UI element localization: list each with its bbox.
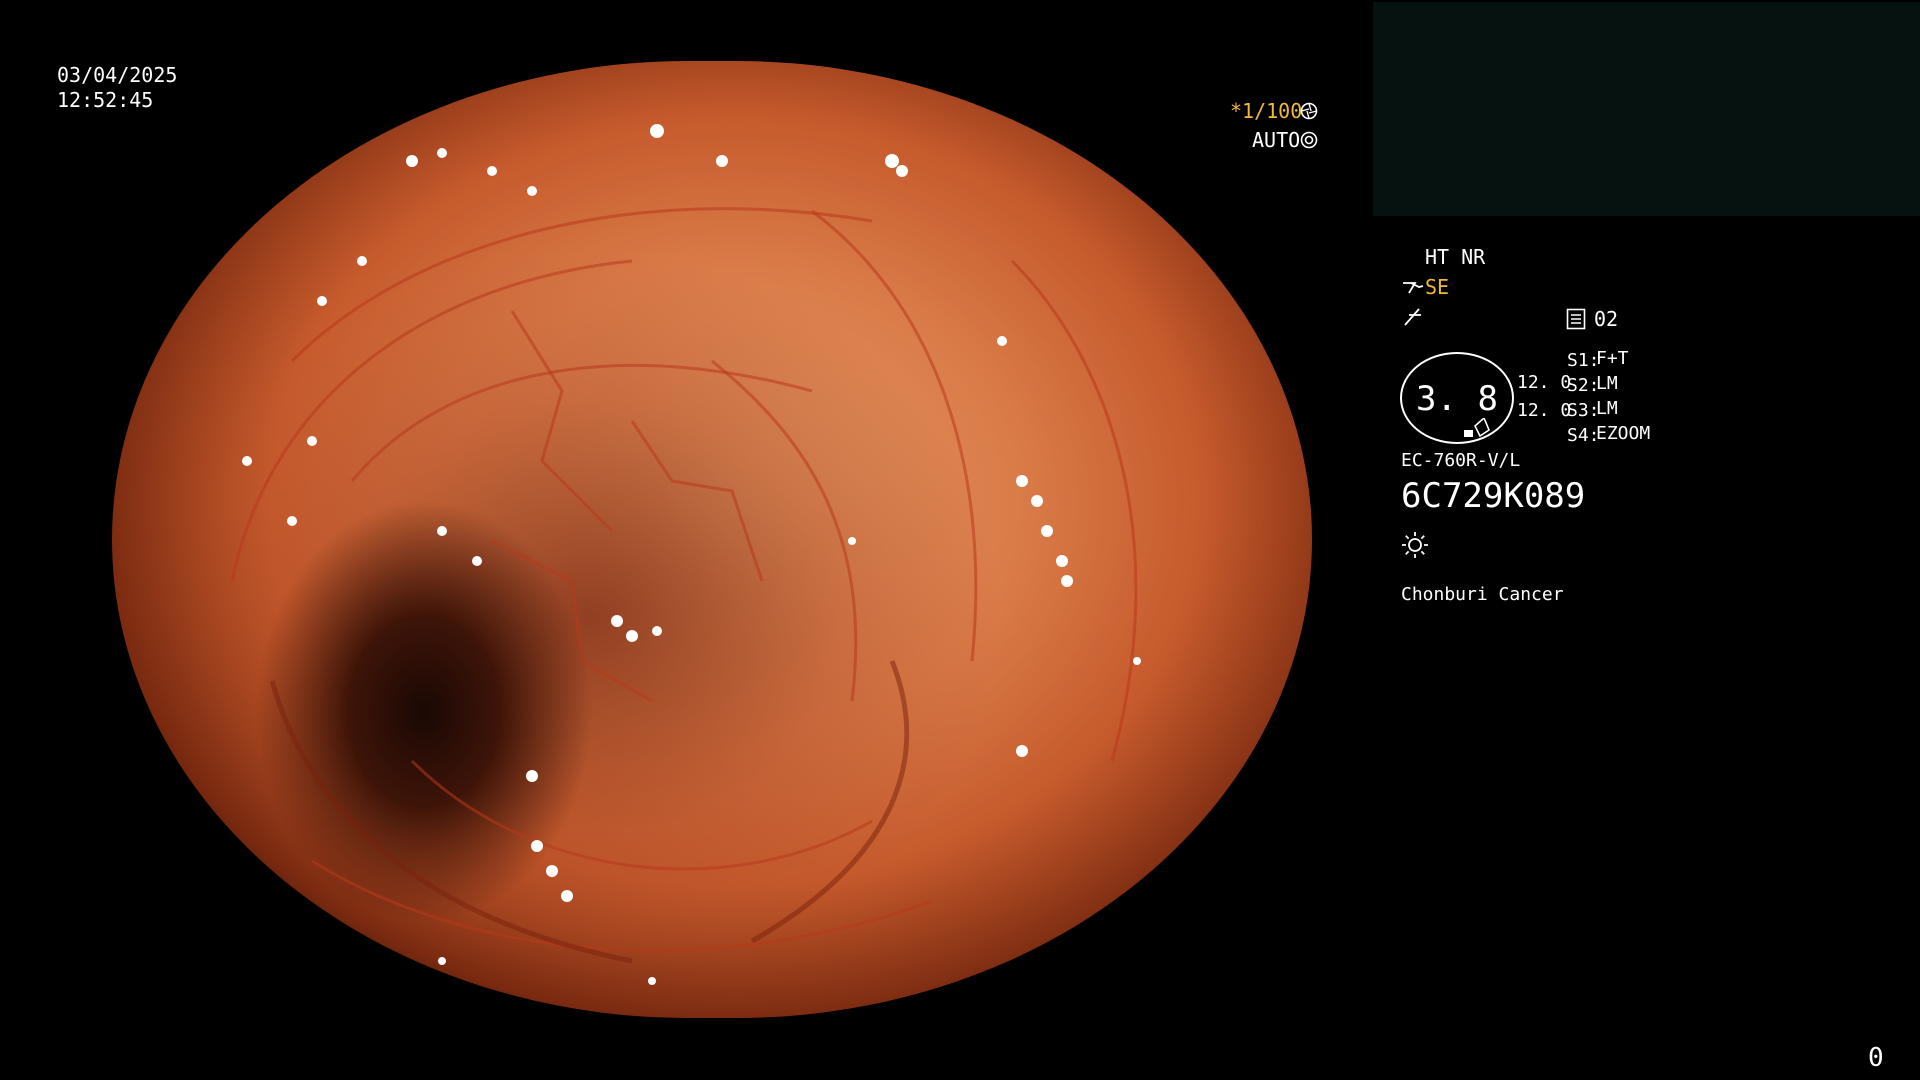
iris-mode-label: AUTO [1252, 128, 1301, 152]
switch-2-key: S2: [1567, 375, 1600, 396]
switch-1-value: F+T [1596, 348, 1629, 369]
ht-nr-label: HT NR [1425, 245, 1486, 269]
memory-index: 02 [1594, 307, 1619, 331]
switch-4-value: EZOOM [1596, 423, 1651, 444]
thumbnail-area [1373, 2, 1920, 216]
endoscope-view [112, 61, 1312, 1018]
time-label: 12:52:45 [57, 88, 154, 112]
switch-2-value: LM [1596, 373, 1618, 394]
bend-icon [1404, 308, 1421, 326]
scope-serial: 6C729K089 [1401, 476, 1586, 516]
facility-label: Chonburi Cancer [1401, 584, 1564, 605]
scope-model: EC-760R-V/L [1401, 450, 1521, 471]
se-label: SE [1425, 275, 1450, 299]
light-icon [1402, 532, 1428, 558]
shutter-icon [1300, 102, 1318, 120]
zoom-level-badge: 3. 8 [1400, 352, 1514, 444]
shutter-speed-label: *1/100 [1230, 99, 1303, 123]
mucosa-texture [230, 124, 1141, 985]
switch-1-key: S1: [1567, 350, 1600, 371]
value-1: 12. 0 [1517, 372, 1572, 393]
date-label: 03/04/2025 [57, 63, 178, 87]
scope-tip-icon [1464, 418, 1490, 438]
value-2: 12. 0 [1517, 400, 1572, 421]
image-counter: 0 [1868, 1043, 1884, 1073]
scope-se-icon [1403, 282, 1424, 294]
memory-icon [1566, 308, 1586, 330]
switch-4-key: S4: [1567, 425, 1600, 446]
auto-iris-icon [1300, 131, 1318, 149]
zoom-level-value: 3. 8 [1416, 379, 1498, 419]
switch-3-key: S3: [1567, 400, 1600, 421]
switch-3-value: LM [1596, 398, 1618, 419]
